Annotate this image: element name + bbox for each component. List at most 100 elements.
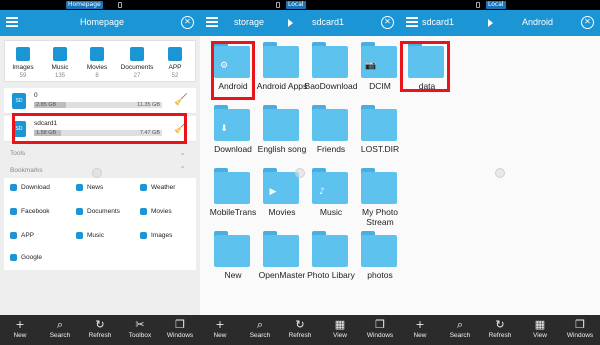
bookmark-google[interactable]: Google bbox=[10, 254, 42, 266]
windows-button[interactable]: ❐ Windows bbox=[360, 318, 400, 339]
menu-icon[interactable] bbox=[406, 17, 418, 29]
windows-button[interactable]: ❐ Windows bbox=[160, 318, 200, 339]
view-button[interactable]: ▦ View bbox=[520, 318, 560, 339]
category-music[interactable]: Music 135 bbox=[42, 47, 78, 79]
bookmark-weather[interactable]: Weather bbox=[140, 184, 175, 196]
new-button[interactable]: + New bbox=[0, 318, 40, 339]
folder-icon bbox=[214, 172, 250, 204]
document-icon bbox=[130, 47, 144, 61]
windows-icon: ❐ bbox=[175, 318, 185, 331]
bookmark-label: Documents bbox=[87, 208, 120, 215]
category-app[interactable]: APP 52 bbox=[157, 47, 193, 79]
windows-icon: ❐ bbox=[575, 318, 585, 331]
plus-icon: + bbox=[415, 318, 425, 331]
folder-icon bbox=[312, 46, 348, 78]
bookmark-music[interactable]: Music bbox=[76, 232, 104, 244]
bookmark-label: Download bbox=[21, 184, 50, 191]
document-icon bbox=[76, 208, 83, 215]
breadcrumb-android[interactable]: Android bbox=[522, 17, 553, 27]
breadcrumb-sdcard1[interactable]: sdcard1 bbox=[312, 17, 344, 27]
breadcrumb-arrow-icon bbox=[288, 19, 293, 27]
bookmark-label: Images bbox=[151, 232, 173, 239]
folder-item[interactable]: LOST.DIR bbox=[355, 105, 400, 161]
category-label: Music bbox=[51, 64, 69, 71]
refresh-button[interactable]: ↻ Refresh bbox=[280, 318, 320, 339]
clean-icon[interactable]: 🧹 bbox=[174, 93, 188, 107]
title-bar: sdcard1 Android ✕ bbox=[400, 10, 600, 36]
bookmark-news[interactable]: News bbox=[76, 184, 103, 196]
category-count: 135 bbox=[54, 73, 65, 79]
close-icon[interactable]: ✕ bbox=[581, 16, 594, 29]
folder-item[interactable]: 📷 DCIM bbox=[355, 42, 400, 98]
bookmark-label: APP bbox=[21, 232, 35, 239]
highlight-box-data bbox=[400, 41, 450, 92]
category-documents[interactable]: Documents 27 bbox=[119, 47, 155, 79]
facebook-icon bbox=[10, 208, 17, 215]
folder-icon bbox=[361, 235, 397, 267]
new-label: New bbox=[13, 332, 27, 339]
close-icon[interactable]: ✕ bbox=[381, 16, 394, 29]
status-bar: Local bbox=[400, 0, 600, 10]
bookmark-images[interactable]: Images bbox=[140, 232, 172, 244]
music-icon bbox=[76, 232, 83, 239]
download-icon bbox=[10, 184, 17, 191]
drag-handle[interactable] bbox=[295, 168, 305, 178]
folder-label: DCIM bbox=[369, 81, 391, 91]
image-icon bbox=[140, 232, 147, 239]
status-tab-homepage[interactable]: Homepage bbox=[66, 1, 103, 9]
bookmark-app[interactable]: APP bbox=[10, 232, 34, 244]
category-movies[interactable]: Movies 8 bbox=[79, 47, 115, 79]
refresh-icon: ↻ bbox=[295, 318, 305, 331]
status-tab-local[interactable]: Local bbox=[486, 1, 506, 9]
search-button[interactable]: ⌕ Search bbox=[240, 318, 280, 339]
menu-icon[interactable] bbox=[206, 17, 218, 29]
folder-item[interactable]: My Photo Stream bbox=[355, 168, 400, 227]
toolbox-label: Toolbox bbox=[128, 332, 152, 339]
bookmark-label: Music bbox=[87, 232, 104, 239]
chevron-up-icon: ⌃ bbox=[179, 165, 186, 174]
folder-item[interactable]: photos bbox=[355, 231, 400, 287]
bookmark-movies[interactable]: Movies bbox=[140, 208, 172, 220]
new-button[interactable]: + New bbox=[400, 318, 440, 339]
storage-row-0[interactable]: SD 0 2.85 GB 11.35 GB 🧹 bbox=[4, 88, 196, 114]
search-button[interactable]: ⌕ Search bbox=[40, 318, 80, 339]
bottom-toolbar: + New ⌕ Search ↻ Refresh ▦ View ❐ Windows bbox=[400, 315, 600, 345]
status-phone-icon bbox=[276, 2, 280, 8]
new-button[interactable]: + New bbox=[200, 318, 240, 339]
bookmark-label: Movies bbox=[151, 208, 172, 215]
breadcrumb-storage[interactable]: storage bbox=[234, 17, 264, 27]
drag-handle[interactable] bbox=[92, 168, 102, 178]
refresh-icon: ↻ bbox=[495, 318, 505, 331]
folder-icon bbox=[263, 46, 299, 78]
refresh-button[interactable]: ↻ Refresh bbox=[80, 318, 120, 339]
chevron-down-icon: ⌄ bbox=[179, 148, 186, 157]
folder-icon bbox=[263, 109, 299, 141]
refresh-label: Refresh bbox=[488, 332, 512, 339]
title-bar: Homepage ✕ bbox=[0, 10, 200, 36]
folder-label: LOST.DIR bbox=[360, 144, 400, 154]
new-label: New bbox=[413, 332, 427, 339]
search-button[interactable]: ⌕ Search bbox=[440, 318, 480, 339]
search-icon: ⌕ bbox=[56, 318, 64, 331]
status-tab-local[interactable]: Local bbox=[286, 1, 306, 9]
folder-label: photos bbox=[367, 270, 393, 280]
refresh-button[interactable]: ↻ Refresh bbox=[480, 318, 520, 339]
folder-icon bbox=[361, 109, 397, 141]
category-count: 27 bbox=[133, 73, 141, 79]
category-count: 59 bbox=[19, 73, 27, 79]
tools-header[interactable]: Tools ⌄ bbox=[4, 147, 196, 161]
view-label: View bbox=[333, 332, 347, 339]
drag-handle[interactable] bbox=[495, 168, 505, 178]
status-phone-icon bbox=[118, 2, 122, 8]
windows-button[interactable]: ❐ Windows bbox=[560, 318, 600, 339]
bookmark-download[interactable]: Download bbox=[10, 184, 50, 196]
category-images[interactable]: Images 59 bbox=[5, 47, 41, 79]
bookmark-facebook[interactable]: Facebook bbox=[10, 208, 50, 220]
refresh-label: Refresh bbox=[288, 332, 312, 339]
bookmark-documents[interactable]: Documents bbox=[76, 208, 120, 220]
menu-icon[interactable] bbox=[6, 17, 18, 29]
toolbox-button[interactable]: ✂ Toolbox bbox=[120, 318, 160, 339]
breadcrumb-sdcard1[interactable]: sdcard1 bbox=[422, 17, 454, 27]
view-button[interactable]: ▦ View bbox=[320, 318, 360, 339]
close-icon[interactable]: ✕ bbox=[181, 16, 194, 29]
